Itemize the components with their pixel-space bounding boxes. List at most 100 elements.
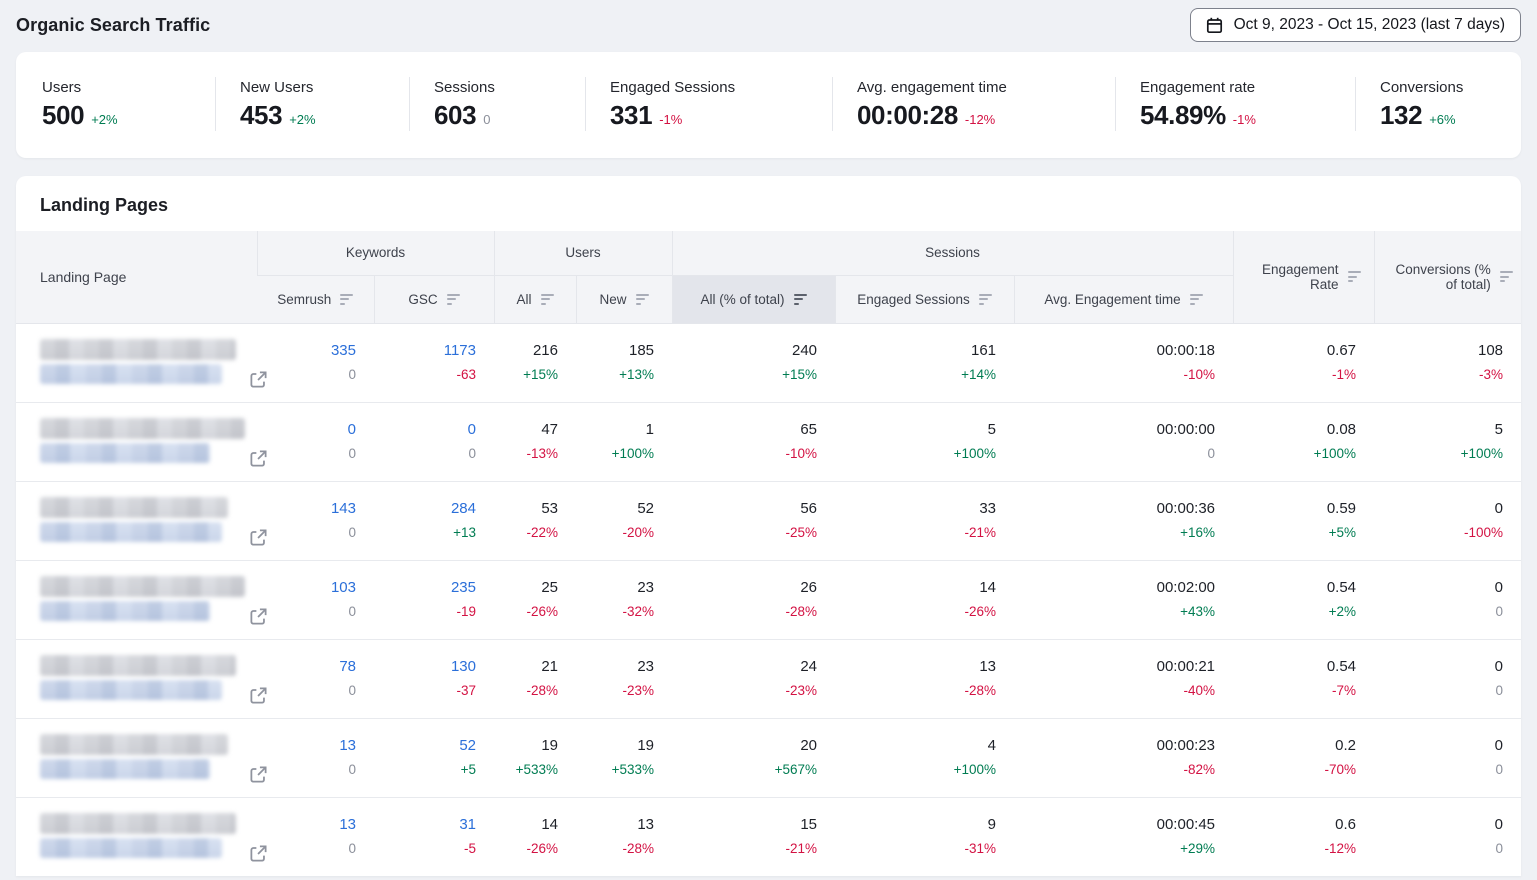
cell-delta: +100% (835, 442, 996, 466)
metric-value: 00:00:28 (857, 100, 958, 130)
cell-delta: 0 (1374, 837, 1503, 861)
cell-delta: +2% (1233, 600, 1356, 624)
sort-icon (1190, 294, 1203, 305)
cell-value: 19 (494, 734, 558, 758)
cell-delta: -26% (835, 600, 996, 624)
cell-users-all: 14-26% (494, 797, 576, 876)
cell-conversions: 108-3% (1374, 323, 1521, 402)
cell-value: 15 (672, 813, 817, 837)
landing-page-cell (16, 560, 257, 639)
semrush-count-link[interactable]: 335 (257, 339, 356, 363)
landing-page-url-redacted[interactable] (40, 601, 210, 621)
semrush-count-link[interactable]: 13 (257, 813, 356, 837)
cell-value: 00:00:18 (1014, 339, 1215, 363)
semrush-count-link[interactable]: 13 (257, 734, 356, 758)
sort-icon (541, 294, 554, 305)
cell-conversions: 00 (1374, 797, 1521, 876)
external-link-icon[interactable] (249, 844, 268, 863)
landing-page-url-redacted[interactable] (40, 522, 222, 542)
col-header-conversions[interactable]: Conversions (% of total) (1374, 231, 1521, 323)
external-link-icon[interactable] (249, 765, 268, 784)
cell-sessions-all: 240+15% (672, 323, 835, 402)
cell-gsc: 1173-63 (374, 323, 494, 402)
semrush-count-link[interactable]: 0 (257, 418, 356, 442)
gsc-count-link[interactable]: 284 (374, 497, 476, 521)
cell-sessions-all: 26-28% (672, 560, 835, 639)
cell-value: 23 (576, 655, 654, 679)
gsc-count-link[interactable]: 235 (374, 576, 476, 600)
gsc-count-link[interactable]: 31 (374, 813, 476, 837)
sort-icon (636, 294, 649, 305)
cell-users-new: 52-20% (576, 481, 672, 560)
external-link-icon[interactable] (249, 449, 268, 468)
landing-pages-title: Landing Pages (16, 176, 1521, 231)
cell-value: 65 (672, 418, 817, 442)
cell-engaged-sessions: 4+100% (835, 718, 1014, 797)
cell-value: 00:02:00 (1014, 576, 1215, 600)
cell-users-new: 185+13% (576, 323, 672, 402)
gsc-count-link[interactable]: 52 (374, 734, 476, 758)
metric-delta: +2% (91, 112, 117, 127)
cell-gsc: 130-37 (374, 639, 494, 718)
cell-value: 53 (494, 497, 558, 521)
semrush-count-link[interactable]: 78 (257, 655, 356, 679)
cell-conversions: 5+100% (1374, 402, 1521, 481)
sort-icon (1348, 271, 1361, 282)
cell-delta: +5% (1233, 521, 1356, 545)
cell-value: 26 (672, 576, 817, 600)
date-range-picker[interactable]: Oct 9, 2023 - Oct 15, 2023 (last 7 days) (1190, 8, 1521, 42)
col-header-avg-engagement-time[interactable]: Avg. Engagement time (1014, 275, 1233, 323)
cell-delta: +5 (374, 758, 476, 782)
landing-page-url-redacted[interactable] (40, 759, 210, 779)
cell-engagement-rate: 0.59+5% (1233, 481, 1374, 560)
col-header-users-new[interactable]: New (576, 275, 672, 323)
landing-page-url-redacted[interactable] (40, 680, 222, 700)
landing-page-url-redacted[interactable] (40, 443, 210, 463)
col-header-semrush[interactable]: Semrush (257, 275, 374, 323)
cell-value: 00:00:00 (1014, 418, 1215, 442)
table-row: 1030235-1925-26%23-32%26-28%14-26%00:02:… (16, 560, 1521, 639)
cell-delta: +13% (576, 363, 654, 387)
page-title: Organic Search Traffic (16, 15, 210, 36)
cell-avg-engagement-time: 00:00:000 (1014, 402, 1233, 481)
gsc-count-link[interactable]: 130 (374, 655, 476, 679)
external-link-icon[interactable] (249, 370, 268, 389)
cell-value: 240 (672, 339, 817, 363)
cell-delta: -22% (494, 521, 558, 545)
gsc-count-link[interactable]: 0 (374, 418, 476, 442)
landing-page-url-redacted[interactable] (40, 364, 222, 384)
cell-value: 108 (1374, 339, 1503, 363)
cell-value: 0 (1374, 813, 1503, 837)
cell-delta: +29% (1014, 837, 1215, 861)
external-link-icon[interactable] (249, 686, 268, 705)
gsc-count-link[interactable]: 1173 (374, 339, 476, 363)
cell-delta: +100% (1374, 442, 1503, 466)
col-header-engaged-sessions[interactable]: Engaged Sessions (835, 275, 1014, 323)
table-row: 1430284+1353-22%52-20%56-25%33-21%00:00:… (16, 481, 1521, 560)
metric-delta: -1% (1233, 112, 1256, 127)
cell-value: 13 (835, 655, 996, 679)
cell-gsc: 52+5 (374, 718, 494, 797)
cell-delta: -63 (374, 363, 476, 387)
external-link-icon[interactable] (249, 607, 268, 626)
cell-avg-engagement-time: 00:00:23-82% (1014, 718, 1233, 797)
landing-page-url-redacted[interactable] (40, 838, 222, 858)
cell-users-all: 216+15% (494, 323, 576, 402)
col-header-users-all[interactable]: All (494, 275, 576, 323)
cell-value: 00:00:21 (1014, 655, 1215, 679)
cell-conversions: 00 (1374, 639, 1521, 718)
cell-engaged-sessions: 5+100% (835, 402, 1014, 481)
metric-users: Users 500+2% (16, 77, 215, 131)
cell-semrush: 3350 (257, 323, 374, 402)
col-header-sessions-all[interactable]: All (% of total) (672, 275, 835, 323)
cell-delta: -21% (672, 837, 817, 861)
table-row: 13052+519+533%19+533%20+567%4+100%00:00:… (16, 718, 1521, 797)
semrush-count-link[interactable]: 103 (257, 576, 356, 600)
cell-delta: -19 (374, 600, 476, 624)
semrush-count-link[interactable]: 143 (257, 497, 356, 521)
cell-value: 00:00:23 (1014, 734, 1215, 758)
col-header-engagement-rate[interactable]: Engagement Rate (1233, 231, 1374, 323)
col-header-gsc[interactable]: GSC (374, 275, 494, 323)
cell-users-all: 21-28% (494, 639, 576, 718)
external-link-icon[interactable] (249, 528, 268, 547)
